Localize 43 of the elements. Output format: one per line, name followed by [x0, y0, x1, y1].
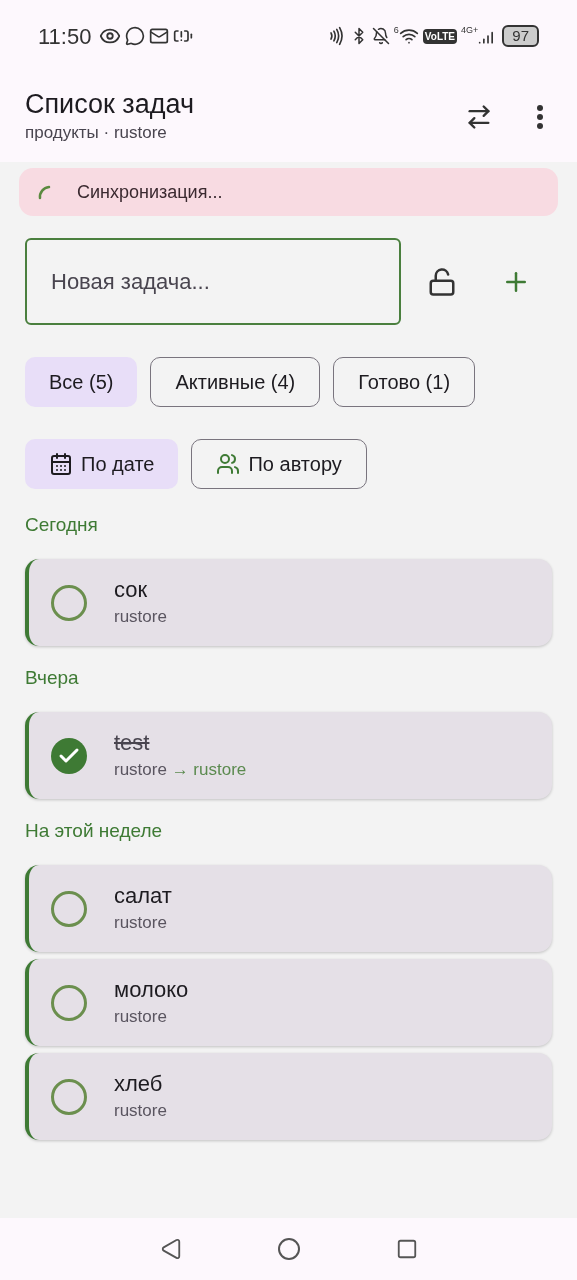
sort-chip[interactable]: По автору	[191, 439, 367, 489]
mail-icon	[149, 26, 170, 46]
status-time: 11:50	[38, 22, 92, 51]
screen-subtitle: продукты · rustore	[25, 122, 168, 145]
recents-icon[interactable]	[395, 1238, 418, 1260]
task-title: молоко	[114, 975, 189, 1004]
task-card[interactable]: test rustore → rustore	[25, 712, 552, 799]
task-author: rustore	[114, 605, 167, 628]
task-title: test	[114, 728, 151, 757]
task-title: салат	[114, 881, 172, 910]
people-icon	[216, 452, 241, 476]
group-heading: На этой неделе	[25, 818, 164, 843]
task-card[interactable]: сок rustore	[25, 559, 552, 646]
battery-level: 97	[502, 25, 539, 47]
task-title: сок	[114, 575, 149, 604]
sync-text: Синхронизация...	[77, 180, 223, 204]
task-title: хлеб	[114, 1069, 164, 1098]
task-card[interactable]: салат rustore	[25, 865, 552, 952]
back-icon[interactable]	[159, 1238, 182, 1260]
task-author: rustore	[114, 1099, 167, 1122]
filter-chip[interactable]: Активные (4)	[150, 357, 321, 407]
wifi-icon	[398, 26, 419, 46]
chat-icon	[125, 26, 146, 46]
filter-chip[interactable]: Все (5)	[25, 357, 138, 407]
task-card[interactable]: молоко rustore	[25, 959, 552, 1046]
task-author: rustore	[114, 911, 168, 934]
screen-title: Список задач	[25, 88, 195, 121]
network-label: 4G+	[461, 24, 479, 37]
group-heading: Вчера	[25, 665, 80, 690]
home-icon[interactable]	[276, 1237, 301, 1261]
task-author: rustore → rustore	[114, 758, 247, 781]
calendar-icon	[49, 452, 73, 476]
unlocked-icon	[427, 266, 457, 297]
bell-off-icon	[371, 27, 390, 45]
volte-badge: VoLTE	[422, 28, 458, 44]
wifi-label: 6	[393, 24, 399, 37]
sort-chip[interactable]: По дате	[25, 439, 179, 489]
group-heading: Сегодня	[25, 512, 99, 537]
new-task-field[interactable]: Новая задача...	[25, 238, 401, 325]
task-author: rustore	[114, 1005, 168, 1028]
filter-chip[interactable]: Готово (1)	[333, 357, 476, 407]
task-card[interactable]: хлеб rustore	[25, 1053, 552, 1140]
more-icon	[537, 105, 543, 129]
